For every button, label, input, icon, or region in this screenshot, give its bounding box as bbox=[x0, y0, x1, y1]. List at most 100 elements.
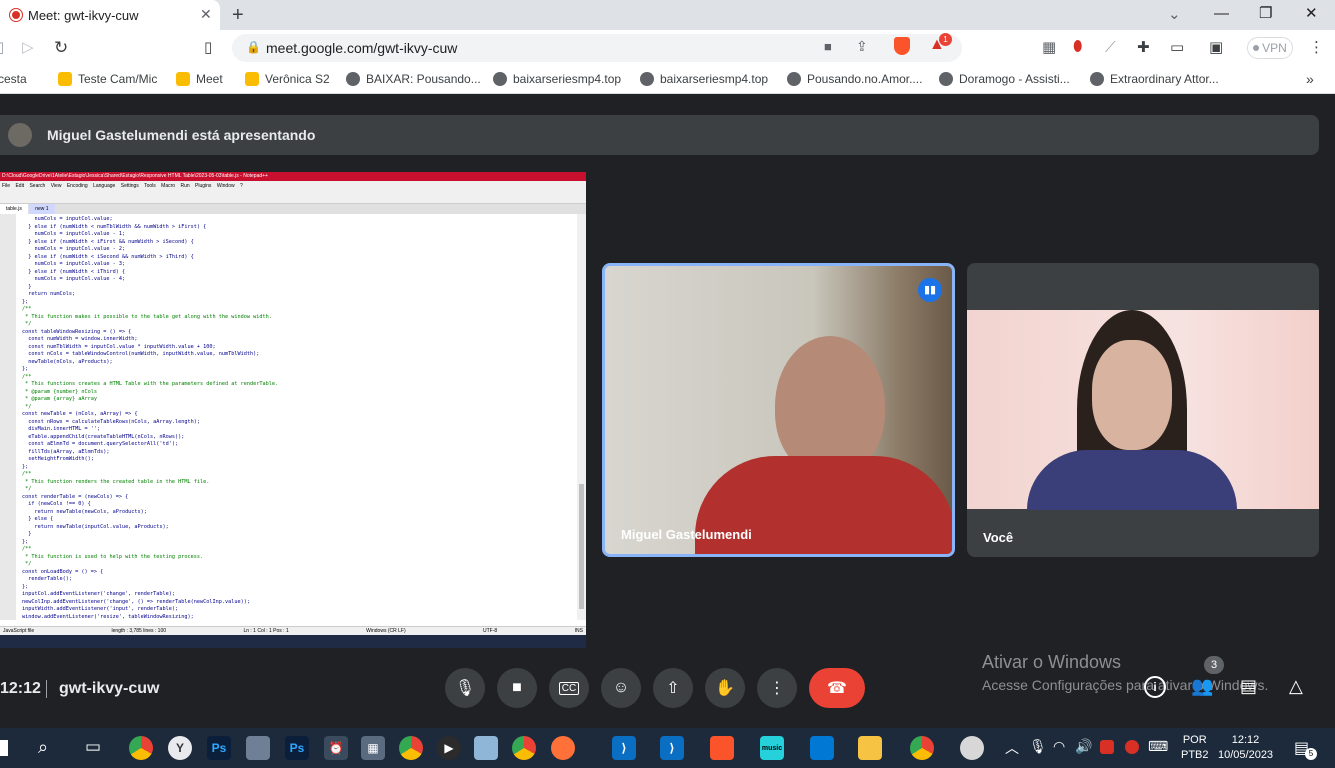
tray-network-icon[interactable]: ◠ bbox=[1053, 738, 1065, 755]
task-view-icon[interactable]: ▭ bbox=[85, 737, 101, 757]
alarm-icon[interactable]: ⏰ bbox=[324, 736, 348, 760]
wallet-icon[interactable]: ▣ bbox=[1209, 40, 1223, 55]
end-call-button[interactable]: ☎ bbox=[809, 668, 865, 708]
tray-app-icon[interactable] bbox=[1125, 740, 1139, 754]
brave-icon[interactable] bbox=[710, 736, 734, 760]
chat-icon[interactable]: ▤ bbox=[1240, 676, 1257, 697]
app-icon[interactable] bbox=[246, 736, 270, 760]
photoshop-icon[interactable]: Ps bbox=[285, 736, 309, 760]
bookmark-item[interactable]: cesta bbox=[0, 72, 27, 86]
bookmark-item[interactable]: Extraordinary Attor... bbox=[1090, 72, 1219, 86]
notepad-menu-item: Search bbox=[29, 183, 51, 189]
camera-button[interactable]: ■ bbox=[497, 668, 537, 708]
bookmark-item[interactable]: Teste Cam/Mic bbox=[58, 72, 157, 86]
search-icon[interactable]: ⌕ bbox=[38, 737, 48, 758]
notepad-menubar: File Edit Search View Encoding Language … bbox=[0, 181, 586, 191]
share-icon[interactable]: ⇪ bbox=[856, 38, 868, 55]
tab-close-icon[interactable]: ✕ bbox=[200, 6, 212, 23]
firefox-icon[interactable] bbox=[551, 736, 575, 760]
code-line: inputCol.addEventListener('change', rend… bbox=[22, 591, 176, 597]
status-encoding: UTF-8 bbox=[483, 628, 498, 634]
brave-shield-icon[interactable] bbox=[894, 37, 910, 55]
tray-app-icon[interactable] bbox=[1100, 740, 1114, 754]
close-window-button[interactable]: ✕ bbox=[1305, 6, 1318, 21]
notepad-title: D:\Cloud\GoogleDrive\1Atelie\Estagio\Jes… bbox=[2, 173, 268, 179]
new-tab-button[interactable]: + bbox=[232, 5, 244, 25]
tray-volume-icon[interactable]: 🔊 bbox=[1075, 738, 1092, 755]
code-line: const nRows = calculateTableRows(nCols, … bbox=[22, 418, 201, 425]
bookmark-item[interactable]: baixarseriesmp4.top bbox=[640, 72, 768, 86]
chrome-profile-icon[interactable] bbox=[960, 736, 984, 760]
participant-tile-self[interactable]: Você bbox=[967, 263, 1319, 557]
extension-slash-icon[interactable]: ⟋ bbox=[1105, 40, 1116, 55]
vscode-icon[interactable]: ⟩ bbox=[612, 736, 636, 760]
vpn-button[interactable]: VPN bbox=[1247, 37, 1293, 59]
chrome-icon[interactable] bbox=[129, 736, 153, 760]
more-bookmarks-icon[interactable]: » bbox=[1306, 71, 1314, 87]
chrome-icon[interactable] bbox=[910, 736, 934, 760]
minimize-button[interactable]: — bbox=[1214, 6, 1229, 21]
code-line: if (newCols !== 0) { bbox=[22, 501, 91, 507]
code-line: const onLoadBody = () => { bbox=[22, 568, 104, 575]
bookmark-item[interactable]: baixarseriesmp4.top bbox=[493, 72, 621, 86]
sidebar-icon[interactable]: ▭ bbox=[1170, 40, 1184, 55]
bookmark-item[interactable]: Pousando.no.Amor.... bbox=[787, 72, 922, 86]
restore-button[interactable]: ❐ bbox=[1259, 6, 1272, 21]
more-options-button[interactable]: ⋮ bbox=[757, 668, 797, 708]
photoshop-icon[interactable]: Ps bbox=[207, 736, 231, 760]
tab-search-icon[interactable]: ⌄ bbox=[1168, 7, 1181, 22]
notepad-menu-item: Window bbox=[216, 183, 240, 189]
microphone-button[interactable]: 🎙 bbox=[445, 668, 485, 708]
present-button[interactable]: ⇧ bbox=[653, 668, 693, 708]
bookmark-item[interactable]: Meet bbox=[176, 72, 223, 86]
code-line: /** bbox=[22, 546, 32, 552]
camera-icon: ■ bbox=[512, 679, 522, 696]
app-icon[interactable] bbox=[810, 736, 834, 760]
bookmark-item[interactable]: Verônica S2 bbox=[245, 72, 330, 86]
chrome-icon[interactable] bbox=[512, 736, 536, 760]
amazon-music-icon[interactable]: music bbox=[760, 736, 784, 760]
people-icon[interactable]: 👥 bbox=[1191, 676, 1213, 697]
puzzle-icon[interactable]: ✚ bbox=[1137, 40, 1150, 55]
keyboard-layout: PTB2 bbox=[1181, 749, 1209, 761]
extension-red-icon[interactable]: ⬮ bbox=[1073, 39, 1082, 54]
file-explorer-icon[interactable] bbox=[858, 736, 882, 760]
reactions-button[interactable]: ☺ bbox=[601, 668, 641, 708]
participant-tile-miguel[interactable]: ▮▮ Miguel Gastelumendi bbox=[602, 263, 955, 557]
bookmark-item[interactable]: BAIXAR: Pousando... bbox=[346, 72, 481, 86]
reload-icon[interactable]: ↻ bbox=[54, 39, 68, 56]
microphone-icon: 🎙 bbox=[454, 680, 476, 697]
notepad-menu-item: Language bbox=[93, 183, 121, 189]
raise-hand-button[interactable]: ✋ bbox=[705, 668, 745, 708]
clock[interactable]: 12:12 10/05/2023 bbox=[1218, 733, 1273, 763]
app-icon[interactable] bbox=[474, 736, 498, 760]
menu-icon[interactable]: ⋮ bbox=[1309, 40, 1324, 55]
chrome-icon[interactable] bbox=[399, 736, 423, 760]
tray-keyboard-icon[interactable]: ⌨ bbox=[1148, 738, 1168, 755]
activities-icon[interactable]: △ bbox=[1289, 676, 1303, 697]
start-icon[interactable] bbox=[0, 740, 8, 756]
code-line: } else { bbox=[22, 516, 54, 522]
extension-icon[interactable]: ▦ bbox=[1042, 40, 1056, 55]
back-icon[interactable]: ▯ bbox=[0, 40, 4, 55]
camera-icon[interactable]: ■ bbox=[824, 39, 832, 54]
app-icon[interactable]: Y bbox=[168, 736, 192, 760]
bookmark-label: baixarseriesmp4.top bbox=[513, 72, 622, 86]
status-length: length : 3,785 lines : 100 bbox=[111, 628, 167, 634]
media-player-icon[interactable]: ▶ bbox=[437, 736, 461, 760]
browser-tab[interactable]: Meet: gwt-ikvy-cuw ✕ bbox=[0, 0, 220, 30]
notepad-menu-item: Encoding bbox=[66, 183, 94, 189]
captions-button[interactable]: CC bbox=[549, 668, 589, 708]
tray-mic-icon[interactable]: 🎙 bbox=[1029, 738, 1047, 755]
address-bar[interactable]: 🔒 meet.google.com/gwt-ikvy-cuw ■ ⇪ ▲ 1 bbox=[232, 33, 962, 62]
bookmark-icon[interactable]: ▯ bbox=[204, 40, 212, 55]
calculator-icon[interactable]: ▦ bbox=[361, 736, 385, 760]
vscode-icon[interactable]: ⟩ bbox=[660, 736, 684, 760]
code-line: const tableWindowResizing = () => { bbox=[22, 328, 132, 335]
language-indicator[interactable]: POR PTB2 bbox=[1181, 733, 1209, 763]
forward-icon[interactable]: ▷ bbox=[22, 40, 34, 55]
info-icon[interactable]: i bbox=[1144, 676, 1166, 698]
code-editor: numCols = inputCol.value; } else if (num… bbox=[22, 216, 278, 621]
bookmark-item[interactable]: Doramogo - Assisti... bbox=[939, 72, 1070, 86]
tray-chevron-icon[interactable]: ︿ bbox=[1005, 738, 1019, 758]
